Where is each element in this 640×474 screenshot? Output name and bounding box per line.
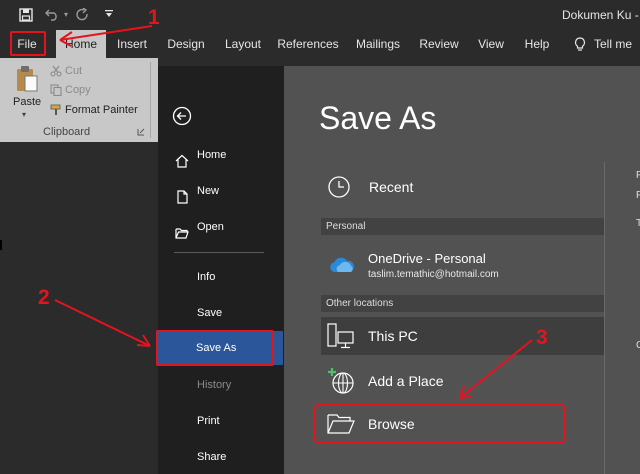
step-number-3: 3: [536, 326, 548, 349]
arrow-step-1: [59, 25, 153, 41]
arrow-step-3: [459, 339, 533, 399]
step-number-1: 1: [148, 6, 160, 29]
annotation-arrows: [54, 25, 533, 399]
arrow-step-2: [54, 299, 151, 347]
step-number-2: 2: [38, 286, 50, 309]
